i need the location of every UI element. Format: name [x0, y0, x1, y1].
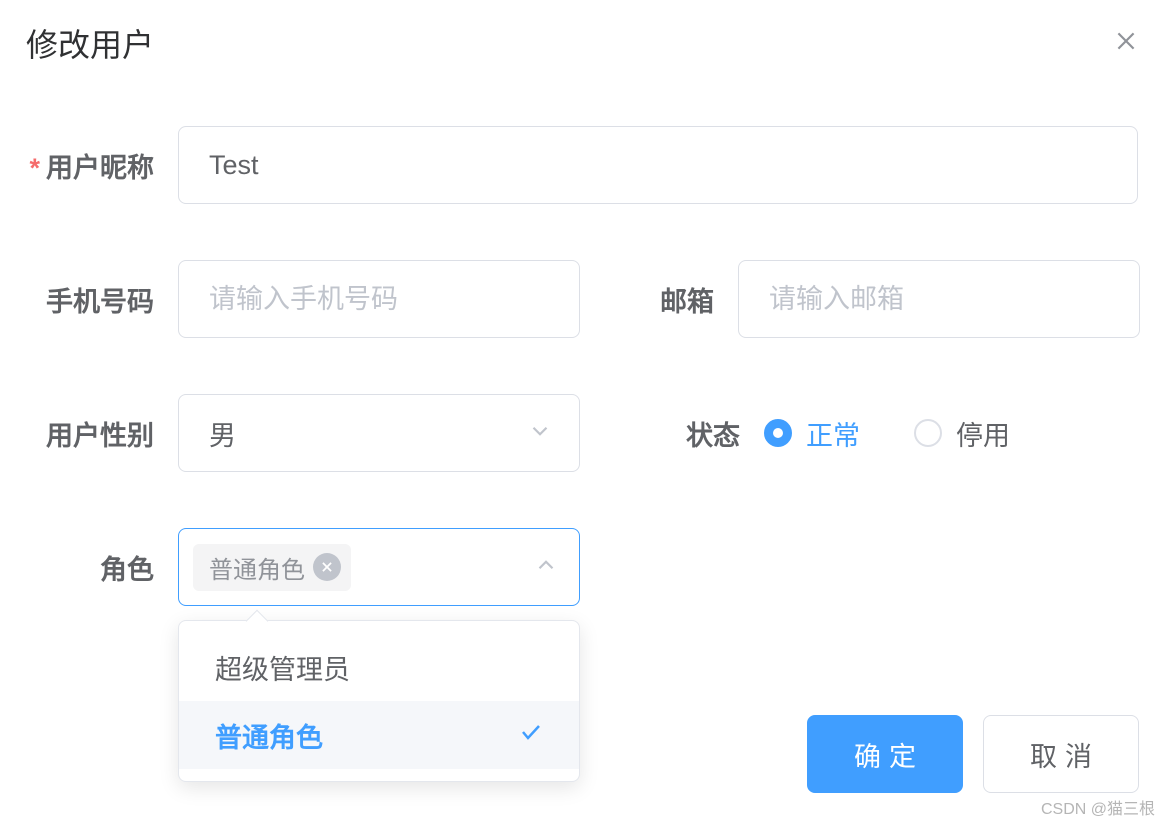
nickname-input[interactable]: [178, 126, 1138, 204]
role-dropdown: 超级管理员 普通角色: [178, 620, 580, 782]
role-tag: 普通角色: [193, 544, 351, 591]
status-label: 状态: [606, 414, 764, 453]
gender-select[interactable]: 男: [178, 394, 580, 472]
watermark: CSDN @猫三根: [1041, 795, 1155, 819]
dialog-title: 修改用户: [26, 20, 154, 66]
tag-close-icon[interactable]: [313, 553, 341, 581]
gender-value: 男: [209, 414, 236, 453]
status-radio-disabled[interactable]: 停用: [914, 414, 1010, 453]
status-radio-normal[interactable]: 正常: [764, 414, 860, 453]
role-option-normal[interactable]: 普通角色: [179, 701, 579, 769]
phone-label: 手机号码: [26, 280, 178, 319]
role-label: 角色: [26, 548, 178, 587]
status-option-label: 停用: [956, 414, 1010, 453]
cancel-button[interactable]: 取消: [983, 715, 1139, 793]
nickname-label: 用户昵称: [26, 146, 178, 185]
dropdown-arrow: [246, 610, 269, 633]
dropdown-item-label: 普通角色: [215, 716, 323, 755]
role-option-admin[interactable]: 超级管理员: [179, 633, 579, 701]
chevron-up-icon: [533, 552, 559, 583]
gender-label: 用户性别: [26, 414, 178, 453]
chevron-down-icon: [527, 418, 553, 449]
email-input[interactable]: [738, 260, 1140, 338]
radio-unchecked-icon: [914, 419, 942, 447]
status-radio-group: 正常 停用: [764, 414, 1010, 453]
confirm-button[interactable]: 确定: [807, 715, 963, 793]
check-icon: [519, 720, 543, 751]
phone-input[interactable]: [178, 260, 580, 338]
email-label: 邮箱: [580, 280, 738, 319]
dropdown-item-label: 超级管理员: [215, 648, 350, 687]
radio-checked-icon: [764, 419, 792, 447]
status-option-label: 正常: [806, 414, 860, 453]
role-select[interactable]: 普通角色: [178, 528, 580, 606]
close-icon[interactable]: [1113, 28, 1139, 59]
role-tag-text: 普通角色: [209, 550, 305, 585]
